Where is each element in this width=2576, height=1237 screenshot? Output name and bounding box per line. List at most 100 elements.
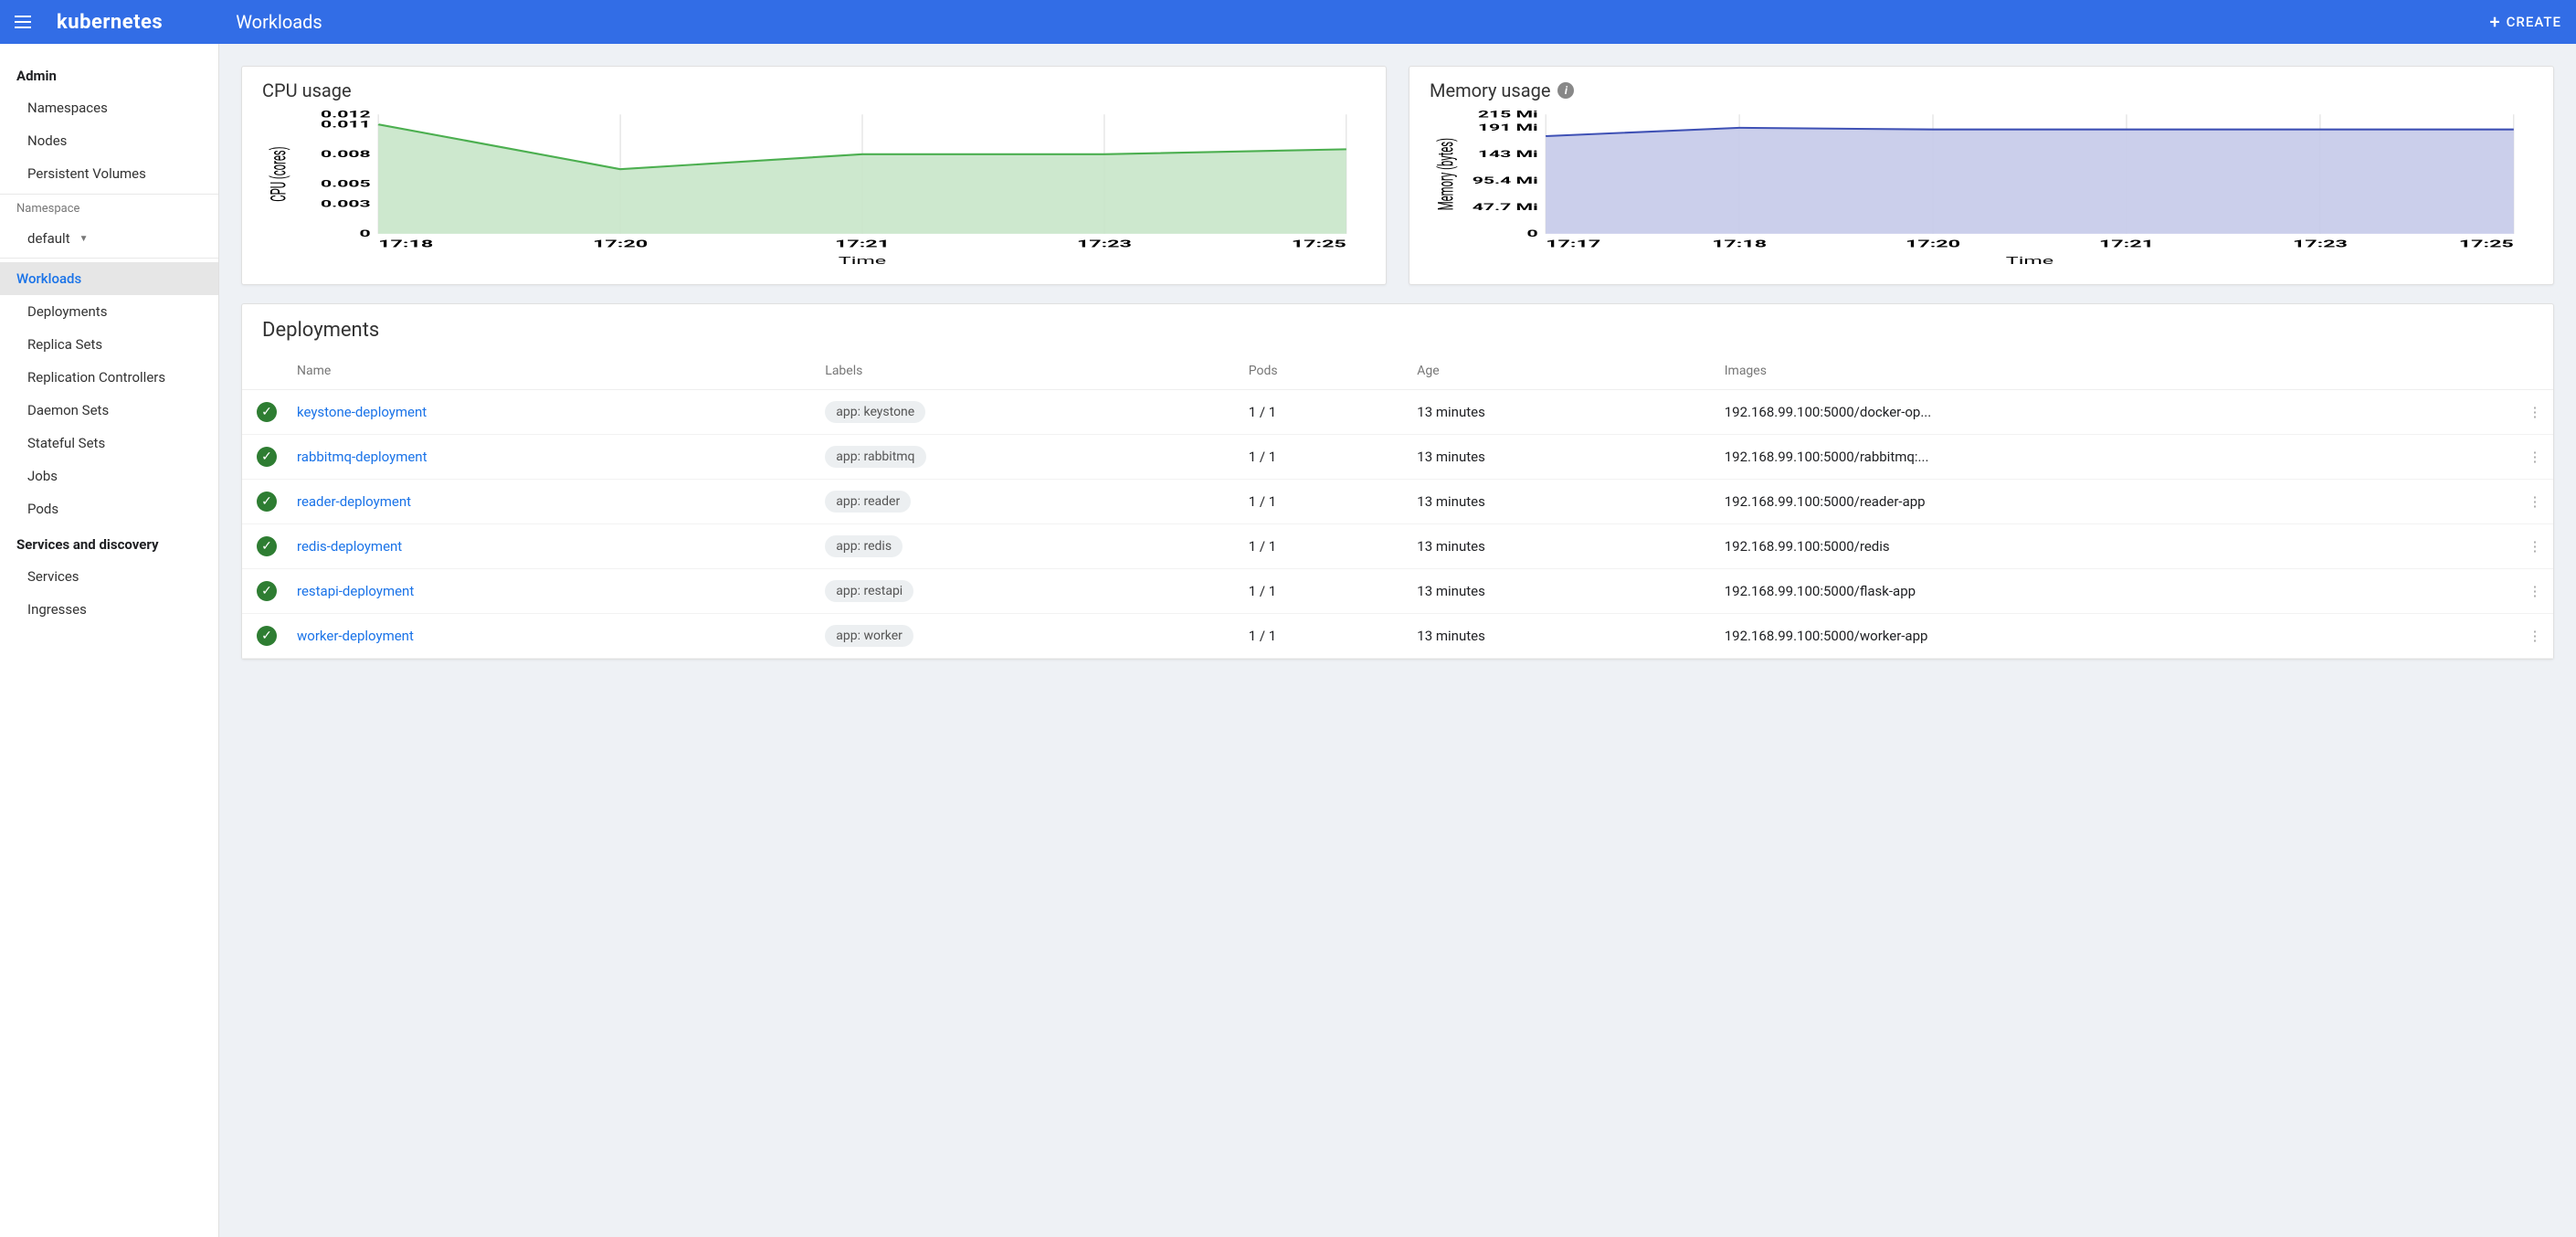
label-chip: app: restapi: [825, 580, 913, 602]
brand-logo: kubernetes: [57, 11, 163, 34]
deployment-link[interactable]: redis-deployment: [297, 538, 402, 555]
pods-value: 1 / 1: [1240, 390, 1409, 435]
sidebar-item-daemon-sets[interactable]: Daemon Sets: [0, 394, 218, 427]
image-value: 192.168.99.100:5000/worker-app: [1716, 614, 2517, 659]
svg-text:0.003: 0.003: [321, 199, 371, 210]
svg-text:0.005: 0.005: [321, 179, 371, 190]
deployment-link[interactable]: worker-deployment: [297, 628, 414, 644]
table-row: ✓ worker-deployment app: worker 1 / 1 13…: [242, 614, 2553, 659]
page-title: Workloads: [236, 11, 322, 33]
svg-text:17:18: 17:18: [1712, 238, 1767, 249]
sidebar-item-workloads[interactable]: Workloads: [0, 262, 218, 295]
table-row: ✓ redis-deployment app: redis 1 / 1 13 m…: [242, 524, 2553, 569]
namespace-selected-value: default: [27, 230, 70, 247]
sidebar-item-jobs[interactable]: Jobs: [0, 460, 218, 492]
cpu-usage-card: CPU usage 17:1817:2017:2117:2317:2500.00…: [241, 66, 1387, 285]
table-row: ✓ reader-deployment app: reader 1 / 1 13…: [242, 480, 2553, 524]
deployment-link[interactable]: restapi-deployment: [297, 583, 414, 599]
row-menu-icon[interactable]: ⋮: [2517, 390, 2553, 435]
label-chip: app: redis: [825, 535, 903, 557]
svg-text:0: 0: [1527, 228, 1538, 239]
namespace-select[interactable]: default ▼: [0, 223, 218, 254]
column-header-name[interactable]: Name: [288, 353, 816, 390]
sidebar: Admin NamespacesNodesPersistent Volumes …: [0, 44, 219, 1237]
svg-text:17:25: 17:25: [1292, 238, 1346, 249]
svg-text:Time: Time: [839, 255, 887, 267]
column-header-pods[interactable]: Pods: [1240, 353, 1409, 390]
sidebar-item-ingresses[interactable]: Ingresses: [0, 593, 218, 626]
label-chip: app: rabbitmq: [825, 446, 925, 468]
row-menu-icon[interactable]: ⋮: [2517, 480, 2553, 524]
svg-text:17:23: 17:23: [2293, 238, 2348, 249]
svg-text:17:21: 17:21: [2099, 238, 2154, 249]
svg-text:Time: Time: [2006, 255, 2054, 267]
status-ok-icon: ✓: [257, 447, 277, 467]
column-header-labels[interactable]: Labels: [816, 353, 1239, 390]
label-chip: app: keystone: [825, 401, 925, 423]
row-menu-icon[interactable]: ⋮: [2517, 435, 2553, 480]
sidebar-section-admin: Admin: [0, 60, 218, 91]
column-header-age[interactable]: Age: [1408, 353, 1715, 390]
sidebar-section-namespace: Namespace: [0, 194, 218, 223]
age-value: 13 minutes: [1408, 390, 1715, 435]
label-chip: app: reader: [825, 491, 911, 513]
deployment-link[interactable]: reader-deployment: [297, 493, 411, 510]
topbar: kubernetes Workloads + CREATE: [0, 0, 2576, 44]
table-row: ✓ keystone-deployment app: keystone 1 / …: [242, 390, 2553, 435]
pods-value: 1 / 1: [1240, 614, 1409, 659]
svg-text:17:20: 17:20: [593, 238, 648, 249]
row-menu-icon[interactable]: ⋮: [2517, 569, 2553, 614]
pods-value: 1 / 1: [1240, 524, 1409, 569]
sidebar-item-replica-sets[interactable]: Replica Sets: [0, 328, 218, 361]
sidebar-item-namespaces[interactable]: Namespaces: [0, 91, 218, 124]
age-value: 13 minutes: [1408, 614, 1715, 659]
image-value: 192.168.99.100:5000/docker-op...: [1716, 390, 2517, 435]
status-ok-icon: ✓: [257, 492, 277, 512]
sidebar-section-services: Services and discovery: [0, 529, 218, 560]
svg-text:17:21: 17:21: [835, 238, 890, 249]
svg-text:0.011: 0.011: [321, 120, 371, 131]
sidebar-item-nodes[interactable]: Nodes: [0, 124, 218, 157]
table-row: ✓ rabbitmq-deployment app: rabbitmq 1 / …: [242, 435, 2553, 480]
age-value: 13 minutes: [1408, 480, 1715, 524]
svg-text:17:23: 17:23: [1077, 238, 1132, 249]
chevron-down-icon: ▼: [79, 234, 89, 244]
sidebar-item-pods[interactable]: Pods: [0, 492, 218, 525]
svg-text:95.4 Mi: 95.4 Mi: [1473, 175, 1538, 186]
svg-text:17:25: 17:25: [2459, 238, 2514, 249]
svg-text:47.7 Mi: 47.7 Mi: [1473, 202, 1538, 213]
pods-value: 1 / 1: [1240, 435, 1409, 480]
image-value: 192.168.99.100:5000/reader-app: [1716, 480, 2517, 524]
status-ok-icon: ✓: [257, 581, 277, 601]
memory-usage-card: Memory usage i 17:1717:1817:2017:2117:23…: [1409, 66, 2554, 285]
svg-text:143 Mi: 143 Mi: [1478, 149, 1538, 160]
sidebar-item-deployments[interactable]: Deployments: [0, 295, 218, 328]
hamburger-icon[interactable]: [15, 11, 37, 33]
sidebar-item-stateful-sets[interactable]: Stateful Sets: [0, 427, 218, 460]
info-icon[interactable]: i: [1557, 82, 1574, 99]
create-button[interactable]: + CREATE: [2490, 13, 2561, 31]
svg-text:17:20: 17:20: [1906, 238, 1960, 249]
label-chip: app: worker: [825, 625, 913, 647]
svg-text:215 Mi: 215 Mi: [1478, 110, 1538, 121]
sidebar-item-persistent-volumes[interactable]: Persistent Volumes: [0, 157, 218, 190]
pods-value: 1 / 1: [1240, 569, 1409, 614]
sidebar-item-replication-controllers[interactable]: Replication Controllers: [0, 361, 218, 394]
svg-text:CPU (cores): CPU (cores): [267, 146, 291, 201]
create-button-label: CREATE: [2507, 14, 2561, 30]
row-menu-icon[interactable]: ⋮: [2517, 614, 2553, 659]
deployment-link[interactable]: keystone-deployment: [297, 404, 427, 420]
image-value: 192.168.99.100:5000/flask-app: [1716, 569, 2517, 614]
image-value: 192.168.99.100:5000/rabbitmq:...: [1716, 435, 2517, 480]
deployment-link[interactable]: rabbitmq-deployment: [297, 449, 428, 465]
table-row: ✓ restapi-deployment app: restapi 1 / 1 …: [242, 569, 2553, 614]
memory-chart: 17:1717:1817:2017:2117:2317:25047.7 Mi95…: [1430, 105, 2533, 270]
cpu-chart: 17:1817:2017:2117:2317:2500.0030.0050.00…: [262, 105, 1366, 270]
column-header-images[interactable]: Images: [1716, 353, 2517, 390]
svg-text:0.012: 0.012: [321, 110, 371, 121]
svg-text:0.008: 0.008: [321, 149, 371, 160]
sidebar-item-services[interactable]: Services: [0, 560, 218, 593]
memory-card-title: Memory usage: [1430, 79, 1550, 101]
row-menu-icon[interactable]: ⋮: [2517, 524, 2553, 569]
deployments-table: NameLabelsPodsAgeImages ✓ keystone-deplo…: [242, 353, 2553, 659]
